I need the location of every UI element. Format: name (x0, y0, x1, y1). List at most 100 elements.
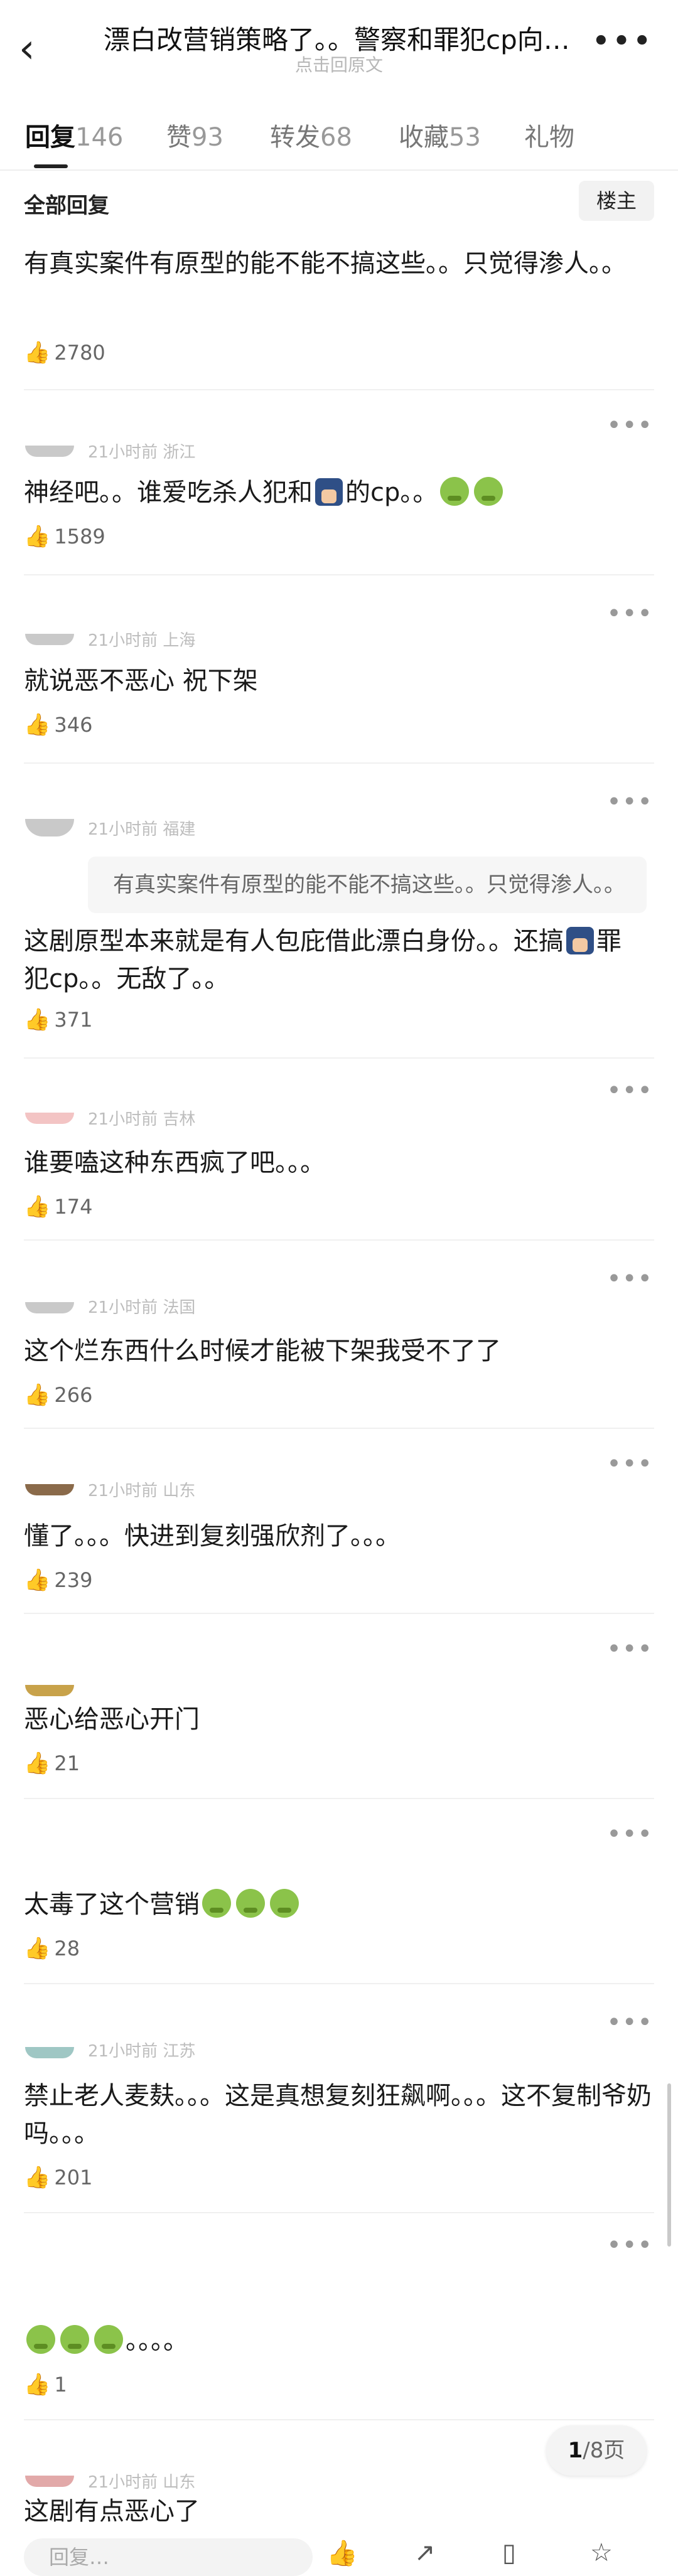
tab-favorites[interactable]: 收藏53 (399, 117, 481, 153)
owner-filter-button[interactable]: 楼主 (579, 181, 654, 221)
thumb-up-icon: 👍 (24, 712, 51, 737)
divider (24, 1428, 654, 1429)
comment-text: 恶心给恶心开门 (24, 1705, 200, 1734)
comment-item[interactable]: ••• 。。。。 👍 1 (0, 2231, 678, 2419)
like-button[interactable]: 👍 266 (24, 1382, 92, 1408)
avatar (25, 1484, 74, 1495)
nauseated-emoji-icon (440, 477, 470, 506)
tab-label: 回复 (25, 123, 75, 152)
comment-meta: 21小时前 浙江 (88, 443, 196, 462)
divider (24, 762, 654, 764)
tab-replies[interactable]: 回复146 (25, 117, 123, 153)
comment-item[interactable]: 21小时前 吉林 ••• 谁要嗑这种东西疯了吧。。。 👍 174 (0, 1076, 678, 1239)
divider (24, 1057, 654, 1059)
nauseated-emoji-icon (236, 1889, 265, 1918)
like-button[interactable]: 👍 239 (24, 1568, 92, 1593)
comment-item[interactable]: 21小时前 法国 ••• 这个烂东西什么时候才能被下架我受不了了 👍 266 (0, 1264, 678, 1428)
comment-text-part: 。。。。 (126, 2326, 188, 2355)
more-icon[interactable]: ••• (606, 788, 653, 816)
comment-item[interactable]: 21小时前 江苏 ••• 禁止老人麦麸。。。这是真想复刻狂飙啊。。。这不复制爷奶… (0, 2008, 678, 2215)
comment-item[interactable]: 有真实案件有原型的能不能不搞这些。。只觉得渗人。。 👍 2780 (0, 238, 678, 389)
comment-text: 禁止老人麦麸。。。这是真想复刻狂飙啊。。。这不复制爷奶吗。。。 (24, 2082, 652, 2148)
total-pages: /8页 (583, 2438, 625, 2463)
scrollbar[interactable] (667, 2083, 671, 2247)
thumb-up-icon: 👍 (24, 1568, 51, 1593)
thumb-up-icon: 👍 (24, 524, 51, 549)
more-icon[interactable]: ••• (606, 1076, 653, 1105)
gift-icon[interactable]: ▯ (502, 2538, 516, 2567)
thumb-up-icon: 👍 (24, 2372, 51, 2397)
comment-meta: 21小时前 山东 (88, 2473, 196, 2492)
more-icon[interactable]: ••• (606, 1635, 653, 1664)
thumb-up-icon: 👍 (24, 1382, 51, 1408)
like-button[interactable]: 👍 1 (24, 2372, 67, 2397)
active-tab-indicator (34, 164, 68, 168)
like-count: 239 (54, 1568, 93, 1592)
quoted-comment[interactable]: 有真实案件有原型的能不能不搞这些。。只觉得渗人。。 (88, 857, 647, 913)
thumb-up-icon: 👍 (24, 340, 51, 365)
comment-item[interactable]: 21小时前 福建 ••• 有真实案件有原型的能不能不搞这些。。只觉得渗人。。 这… (0, 788, 678, 1064)
star-icon[interactable]: ☆ (590, 2538, 613, 2567)
divider (24, 2212, 654, 2213)
tab-label: 转发 (270, 123, 320, 152)
reply-input[interactable]: 回复… (24, 2538, 313, 2576)
more-icon[interactable]: ••• (606, 1264, 653, 1293)
comment-text: 懂了。。。快进到复刻强欣剂了。。。 (24, 1522, 401, 1551)
avatar (25, 1113, 74, 1124)
like-button[interactable]: 👍 1589 (24, 524, 105, 549)
divider (24, 2419, 654, 2420)
comment-text: 这剧原型本来就是有人包庇借此漂白身份。。还搞 罪犯cp。。无敌了。。 (24, 922, 640, 998)
like-button[interactable]: 👍 174 (24, 1194, 92, 1219)
like-button[interactable]: 👍 2780 (24, 340, 105, 365)
nauseated-emoji-icon (26, 2325, 55, 2354)
avatar (25, 446, 74, 457)
share-icon[interactable]: ↗ (414, 2538, 436, 2567)
comment-item[interactable]: 21小时前 山东 ••• 懂了。。。快进到复刻强欣剂了。。。 👍 239 (0, 1450, 678, 1613)
like-button[interactable]: 👍 21 (24, 1751, 80, 1776)
comment-meta: 21小时前 山东 (88, 1482, 196, 1500)
more-icon[interactable]: ••• (591, 23, 653, 60)
more-icon[interactable]: ••• (606, 1450, 653, 1478)
tab-likes[interactable]: 赞93 (166, 117, 223, 153)
thumb-up-icon: 👍 (24, 1936, 51, 1961)
tab-count: 53 (449, 123, 481, 152)
like-count: 2780 (54, 341, 105, 365)
top-bar: ‹ 漂白改营销策略了。。警察和罪犯cp向。… 点击回原文 ••• (0, 0, 678, 94)
comment-meta: 21小时前 法国 (88, 1298, 196, 1317)
tab-gifts[interactable]: 礼物 (524, 117, 574, 153)
tab-reposts[interactable]: 转发68 (270, 117, 352, 153)
avatar (25, 1685, 74, 1696)
more-icon[interactable]: ••• (606, 2008, 653, 2037)
like-button[interactable]: 👍 28 (24, 1936, 80, 1961)
more-icon[interactable]: ••• (606, 1820, 653, 1849)
thumb-up-icon: 👍 (24, 1007, 51, 1032)
avatar (25, 634, 74, 645)
divider (24, 389, 654, 390)
like-count: 28 (54, 1937, 80, 1960)
more-icon[interactable]: ••• (606, 599, 653, 628)
divider (24, 1239, 654, 1241)
more-icon[interactable]: ••• (606, 2231, 653, 2260)
page-indicator[interactable]: 1/8页 (546, 2425, 647, 2476)
comment-meta: 21小时前 吉林 (88, 1110, 196, 1129)
comment-item[interactable]: ••• 太毒了这个营销 👍 28 (0, 1820, 678, 1983)
thumb-up-icon: 👍 (24, 2165, 51, 2190)
more-icon[interactable]: ••• (606, 411, 653, 440)
comment-text: 这剧有点恶心了 (24, 2497, 200, 2526)
comment-text: 谁要嗑这种东西疯了吧。。。 (24, 1148, 325, 1177)
like-button[interactable]: 👍 346 (24, 712, 92, 737)
comment-text-part: 这剧原型本来就是有人包庇借此漂白身份。。还搞 (24, 927, 564, 956)
thumb-up-icon[interactable]: 👍 (326, 2538, 358, 2568)
comment-item[interactable]: ••• 恶心给恶心开门 👍 21 (0, 1635, 678, 1798)
like-button[interactable]: 👍 371 (24, 1007, 92, 1032)
tab-count: 68 (320, 123, 352, 152)
like-button[interactable]: 👍 201 (24, 2165, 92, 2190)
like-count: 1 (54, 2373, 67, 2397)
divider (24, 1798, 654, 1799)
avatar (25, 2476, 74, 2487)
avatar (25, 819, 74, 836)
comment-item[interactable]: 21小时前 上海 ••• 就说恶不恶心 祝下架 👍 346 (0, 599, 678, 766)
back-to-original-link[interactable]: 点击回原文 (0, 51, 678, 77)
comment-item[interactable]: 21小时前 浙江 ••• 神经吧。。谁爱吃杀人犯和 的cp。。 👍 1589 (0, 411, 678, 577)
comment-meta: 21小时前 上海 (88, 631, 196, 650)
